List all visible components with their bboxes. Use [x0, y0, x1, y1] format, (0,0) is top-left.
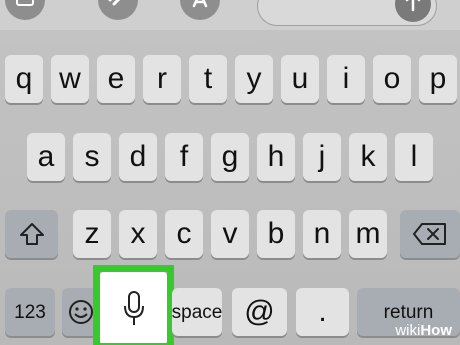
emoji-icon [69, 300, 93, 324]
shift-icon [19, 223, 44, 245]
camera-icon [16, 0, 34, 6]
key-d[interactable]: d [119, 133, 157, 181]
key-label: t [203, 62, 213, 95]
key-label: l [410, 140, 418, 173]
watermark-suffix: How [420, 322, 452, 339]
ios-keyboard-screen: qwer tyuiop asdfghj k l zxcvbnm 123 space @… [0, 0, 460, 345]
return-key-label: return [383, 301, 434, 323]
backspace-icon [413, 223, 446, 245]
key-label: x [130, 217, 146, 250]
key-u[interactable]: u [281, 55, 319, 103]
key-label: m [355, 217, 381, 250]
key-m[interactable]: m [349, 210, 387, 258]
key-label: n [313, 217, 331, 250]
numbers-key[interactable]: 123 [5, 288, 55, 336]
key-s[interactable]: s [73, 133, 111, 181]
key-w[interactable]: w [51, 55, 89, 103]
key-label: q [15, 62, 33, 95]
key-label: w [59, 62, 81, 95]
digital-touch-button[interactable] [98, 0, 138, 20]
arrow-up-icon [405, 0, 421, 12]
key-label: v [222, 217, 238, 250]
period-key[interactable]: . [296, 288, 349, 336]
camera-button[interactable] [5, 0, 45, 20]
key-label: i [342, 62, 350, 95]
app-store-button[interactable] [180, 0, 220, 20]
key-e[interactable]: e [97, 55, 135, 103]
watermark-prefix: wiki [395, 322, 421, 339]
key-label: g [221, 140, 239, 173]
at-key[interactable]: @ [232, 288, 287, 336]
key-label: z [84, 217, 100, 250]
key-h[interactable]: h [257, 133, 295, 181]
key-label: b [267, 217, 285, 250]
key-o[interactable]: o [373, 55, 411, 103]
key-label: y [246, 62, 262, 95]
shift-key[interactable] [5, 210, 58, 258]
dictation-key-highlight [93, 265, 174, 345]
key-label: r [157, 62, 167, 95]
key-n[interactable]: n [303, 210, 341, 258]
key-p[interactable]: p [419, 55, 457, 103]
numbers-key-label: 123 [14, 301, 46, 323]
watermark: wikiHow [395, 322, 452, 339]
key-i[interactable]: i [327, 55, 365, 103]
key-x[interactable]: x [119, 210, 157, 258]
key-c[interactable]: c [165, 210, 203, 258]
key-label: k [360, 140, 376, 173]
key-y[interactable]: y [235, 55, 273, 103]
key-r[interactable]: r [143, 55, 181, 103]
send-button[interactable] [395, 0, 431, 22]
at-key-label: @ [244, 295, 275, 328]
key-label: e [107, 62, 125, 95]
key-g[interactable]: g [211, 133, 249, 181]
heart-hand-icon [108, 0, 121, 6]
backspace-key[interactable] [400, 210, 460, 258]
key-label: h [267, 140, 285, 173]
key-f[interactable]: f [165, 133, 203, 181]
key-j[interactable]: j [303, 133, 341, 181]
key-label: p [429, 62, 447, 95]
key-label: u [291, 62, 309, 95]
key-label: o [383, 62, 401, 95]
key-b[interactable]: b [257, 210, 295, 258]
key-label: j [318, 140, 326, 173]
key-label: s [84, 140, 100, 173]
key-k[interactable]: k [349, 133, 387, 181]
app-store-icon [192, 0, 208, 8]
period-key-label: . [318, 295, 327, 328]
key-label: d [129, 140, 147, 173]
key-t[interactable]: t [189, 55, 227, 103]
key-label: a [37, 140, 55, 173]
key-v[interactable]: v [211, 210, 249, 258]
space-key-label: space [171, 301, 223, 323]
key-l[interactable]: l [395, 133, 433, 181]
key-label: f [179, 140, 189, 173]
key-q[interactable]: q [5, 55, 43, 103]
key-a[interactable]: a [27, 133, 65, 181]
space-key[interactable]: space [172, 288, 222, 336]
key-label: c [176, 217, 192, 250]
message-toolbar [0, 0, 460, 30]
key-z[interactable]: z [73, 210, 111, 258]
